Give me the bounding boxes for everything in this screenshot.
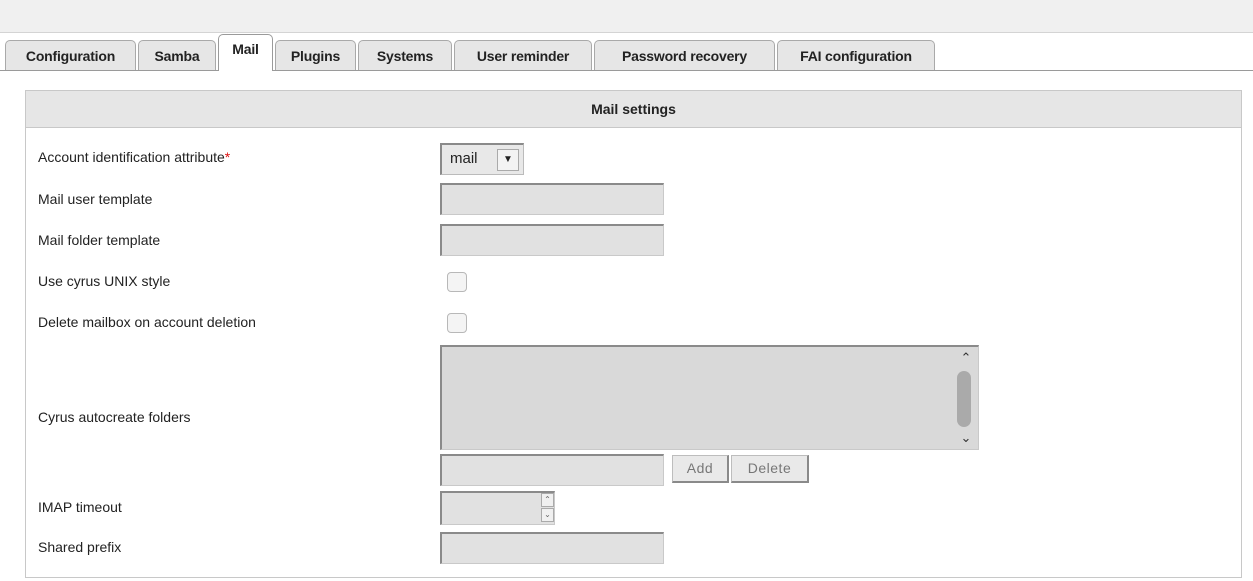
panel-title: Mail settings	[26, 91, 1241, 128]
cyrus-autocreate-list[interactable]: ⌃ ⌄	[440, 345, 979, 450]
add-button[interactable]: Add	[672, 455, 729, 483]
shared-prefix-label: Shared prefix	[38, 539, 122, 555]
tab-baseline	[0, 70, 1253, 71]
tab-password-recovery[interactable]: Password recovery	[594, 40, 775, 70]
tab-configuration[interactable]: Configuration	[5, 40, 136, 70]
tab-systems[interactable]: Systems	[358, 40, 452, 70]
tab-samba[interactable]: Samba	[138, 40, 216, 70]
mail-user-template-input[interactable]	[440, 183, 664, 215]
mail-folder-template-input[interactable]	[440, 224, 664, 256]
cyrus-unix-style-checkbox[interactable]	[447, 272, 467, 292]
imap-timeout-label: IMAP timeout	[38, 499, 122, 515]
tab-user-reminder[interactable]: User reminder	[454, 40, 592, 70]
spin-up-icon[interactable]: ⌃	[541, 493, 554, 507]
delete-button[interactable]: Delete	[731, 455, 809, 483]
required-marker: *	[224, 149, 231, 165]
delete-mailbox-label: Delete mailbox on account deletion	[38, 314, 256, 330]
mail-settings-panel: Mail settings Account identification att…	[25, 90, 1242, 578]
scrollbar-thumb[interactable]	[957, 371, 971, 427]
account-id-attribute-select[interactable]: mail ▼	[440, 143, 524, 175]
top-bar	[0, 0, 1253, 33]
tab-plugins[interactable]: Plugins	[275, 40, 356, 70]
mail-user-template-label: Mail user template	[38, 191, 153, 207]
chevron-down-icon[interactable]: ⌄	[957, 431, 975, 445]
shared-prefix-input[interactable]	[440, 532, 664, 564]
cyrus-unix-style-label: Use cyrus UNIX style	[38, 273, 171, 289]
cyrus-autocreate-label: Cyrus autocreate folders	[38, 409, 191, 425]
mail-folder-template-label: Mail folder template	[38, 232, 161, 248]
account-id-attribute-label: Account identification attribute*	[38, 149, 231, 165]
spin-down-icon[interactable]: ⌄	[541, 508, 554, 522]
tab-fai-configuration[interactable]: FAI configuration	[777, 40, 935, 70]
chevron-up-icon[interactable]: ⌃	[957, 351, 975, 365]
tab-bar: Configuration Samba Mail Plugins Systems…	[0, 33, 1253, 71]
tab-mail[interactable]: Mail	[218, 34, 273, 71]
spinner-buttons: ⌃ ⌄	[541, 493, 554, 523]
account-id-attribute-value: mail	[450, 150, 478, 167]
imap-timeout-input[interactable]: ⌃ ⌄	[440, 491, 555, 525]
triangle-down-icon[interactable]: ▼	[497, 149, 519, 171]
delete-mailbox-checkbox[interactable]	[447, 313, 467, 333]
cyrus-folder-input[interactable]	[440, 454, 664, 486]
